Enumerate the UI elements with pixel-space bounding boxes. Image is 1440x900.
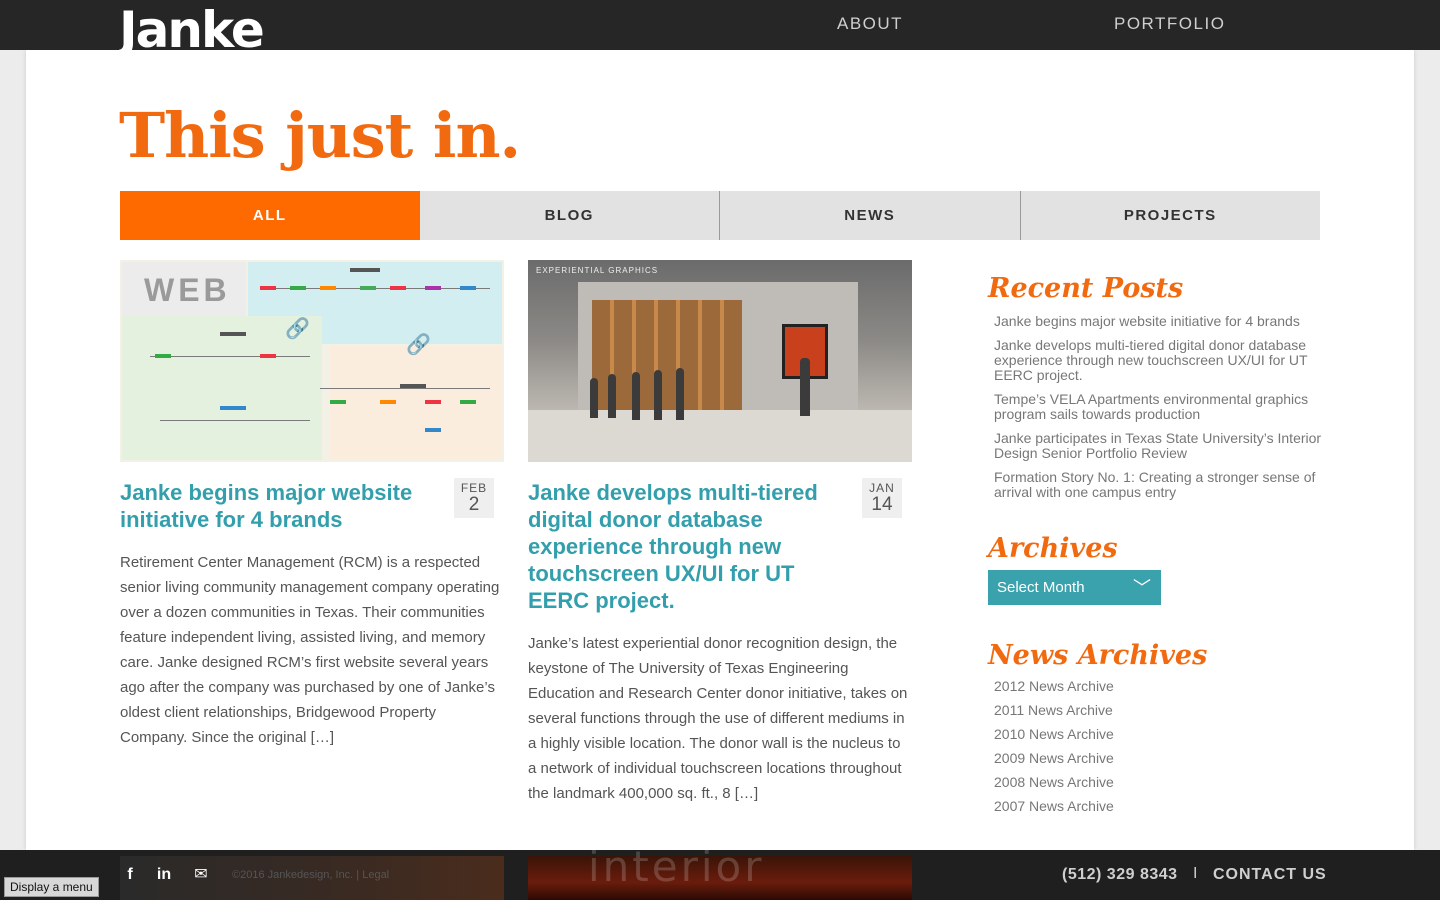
post-card: EXPERIENTIAL GRAPHICS Janke develops mul… — [528, 260, 912, 806]
date-day: 2 — [468, 494, 480, 515]
sitemap-panel — [330, 346, 502, 460]
tab-projects[interactable]: PROJECTS — [1019, 191, 1320, 240]
sitemap-node — [460, 286, 476, 290]
thumbnail-faded-text: interior — [588, 842, 765, 891]
floor — [528, 410, 912, 462]
filter-tabs: ALL BLOG NEWS PROJECTS — [120, 191, 1320, 240]
post-excerpt: Janke’s latest experiential donor recogn… — [528, 635, 908, 802]
footer-bar: interior f in ✉ ©2016 Jankedesign, Inc. … — [0, 842, 1440, 900]
recent-post-link[interactable]: Janke participates in Texas State Univer… — [994, 431, 1328, 461]
page-title: This just in. — [119, 99, 521, 172]
visitor-figure — [676, 368, 684, 420]
sitemap-node — [290, 286, 306, 290]
recent-post-link[interactable]: Tempe’s VELA Apartments environmental gr… — [994, 392, 1328, 422]
sitemap-node — [400, 384, 426, 388]
sitemap-node — [320, 286, 336, 290]
recent-posts-list: Janke begins major website initiative fo… — [994, 314, 1328, 500]
sitemap-line — [150, 356, 310, 357]
post-thumbnail-sitemap[interactable]: WEB 🔗 🔗 — [120, 260, 504, 462]
recent-post-link[interactable]: Formation Story No. 1: Creating a strong… — [994, 470, 1328, 500]
link-icon: 🔗 — [406, 334, 431, 356]
nav-about-link[interactable]: ABOUT — [837, 14, 903, 34]
news-archive-link[interactable]: 2008 News Archive — [994, 775, 1328, 790]
footer-separator: I — [1193, 865, 1198, 882]
footer-post-thumbnail: interior — [528, 842, 912, 900]
top-nav-bar: Janke ABOUT PORTFOLIO — [0, 0, 1440, 50]
post-title-link[interactable]: Janke begins major website initiative fo… — [120, 479, 440, 533]
tab-all[interactable]: ALL — [120, 191, 420, 240]
post-excerpt: Retirement Center Management (RCM) is a … — [120, 554, 500, 746]
visitor-figure — [608, 374, 616, 418]
archives-heading: Archives — [988, 533, 1118, 564]
phone-number[interactable]: (512) 329 8343 — [1062, 866, 1178, 884]
news-archive-link[interactable]: 2010 News Archive — [994, 727, 1328, 742]
date-month: FEB — [460, 481, 488, 495]
web-label: WEB — [144, 272, 231, 308]
date-month: JAN — [869, 481, 895, 495]
thumbnail-tag: EXPERIENTIAL GRAPHICS — [536, 266, 659, 275]
select-value: Select Month — [997, 579, 1085, 596]
date-day: 14 — [871, 494, 893, 515]
sitemap-node — [155, 354, 171, 358]
sitemap-node — [330, 400, 346, 404]
news-archive-link[interactable]: 2007 News Archive — [994, 799, 1328, 814]
mail-icon[interactable]: ✉ — [188, 865, 214, 885]
sitemap-node — [220, 332, 246, 336]
news-archive-link[interactable]: 2009 News Archive — [994, 751, 1328, 766]
post-card: WEB 🔗 🔗 Janke begins major website initi… — [120, 260, 504, 750]
news-archive-link[interactable]: 2011 News Archive — [994, 703, 1328, 718]
visitor-figure — [800, 358, 810, 416]
date-badge: JAN 14 — [862, 478, 902, 518]
facebook-icon[interactable]: f — [120, 865, 140, 885]
news-archives-heading: News Archives — [988, 640, 1208, 671]
news-archives-list: 2012 News Archive 2011 News Archive 2010… — [994, 679, 1328, 814]
sitemap-node — [390, 286, 406, 290]
copyright-text: ©2016 Jankedesign, Inc. | Legal — [232, 869, 390, 881]
post-thumbnail-donor-wall[interactable]: EXPERIENTIAL GRAPHICS — [528, 260, 912, 462]
nav-portfolio-link[interactable]: PORTFOLIO — [1114, 14, 1225, 34]
post-title-link[interactable]: Janke develops multi-tiered digital dono… — [528, 479, 848, 614]
sitemap-node — [380, 400, 396, 404]
sitemap-node — [350, 268, 380, 272]
chevron-down-icon: ﹀ — [1133, 578, 1151, 598]
sitemap-node — [425, 286, 441, 290]
tab-news[interactable]: NEWS — [719, 191, 1020, 240]
recent-post-link[interactable]: Janke begins major website initiative fo… — [994, 314, 1328, 329]
sitemap-node — [425, 428, 441, 432]
contact-us-link[interactable]: CONTACT US — [1213, 866, 1327, 884]
sitemap-node — [425, 400, 441, 404]
news-archive-link[interactable]: 2012 News Archive — [994, 679, 1328, 694]
date-badge: FEB 2 — [454, 478, 494, 518]
archives-month-select[interactable]: Select Month ﹀ — [988, 570, 1161, 605]
sitemap-node — [260, 286, 276, 290]
sitemap-line — [160, 420, 310, 421]
sitemap-node — [460, 400, 476, 404]
visitor-figure — [654, 370, 662, 420]
tab-blog[interactable]: BLOG — [419, 191, 719, 240]
visitor-figure — [590, 378, 598, 418]
logo[interactable]: Janke — [119, 2, 263, 50]
display-menu-button[interactable]: Display a menu — [4, 877, 99, 897]
visitor-figure — [632, 372, 640, 420]
web-label-box: WEB — [122, 262, 246, 316]
sitemap-node — [360, 286, 376, 290]
sidebar: Recent Posts Janke begins major website … — [988, 270, 1328, 823]
link-icon: 🔗 — [285, 318, 310, 340]
sitemap-line — [320, 388, 490, 389]
sitemap-node — [260, 354, 276, 358]
sitemap-node — [220, 406, 246, 410]
recent-posts-heading: Recent Posts — [988, 273, 1184, 304]
linkedin-icon[interactable]: in — [154, 865, 174, 885]
recent-post-link[interactable]: Janke develops multi-tiered digital dono… — [994, 338, 1328, 383]
